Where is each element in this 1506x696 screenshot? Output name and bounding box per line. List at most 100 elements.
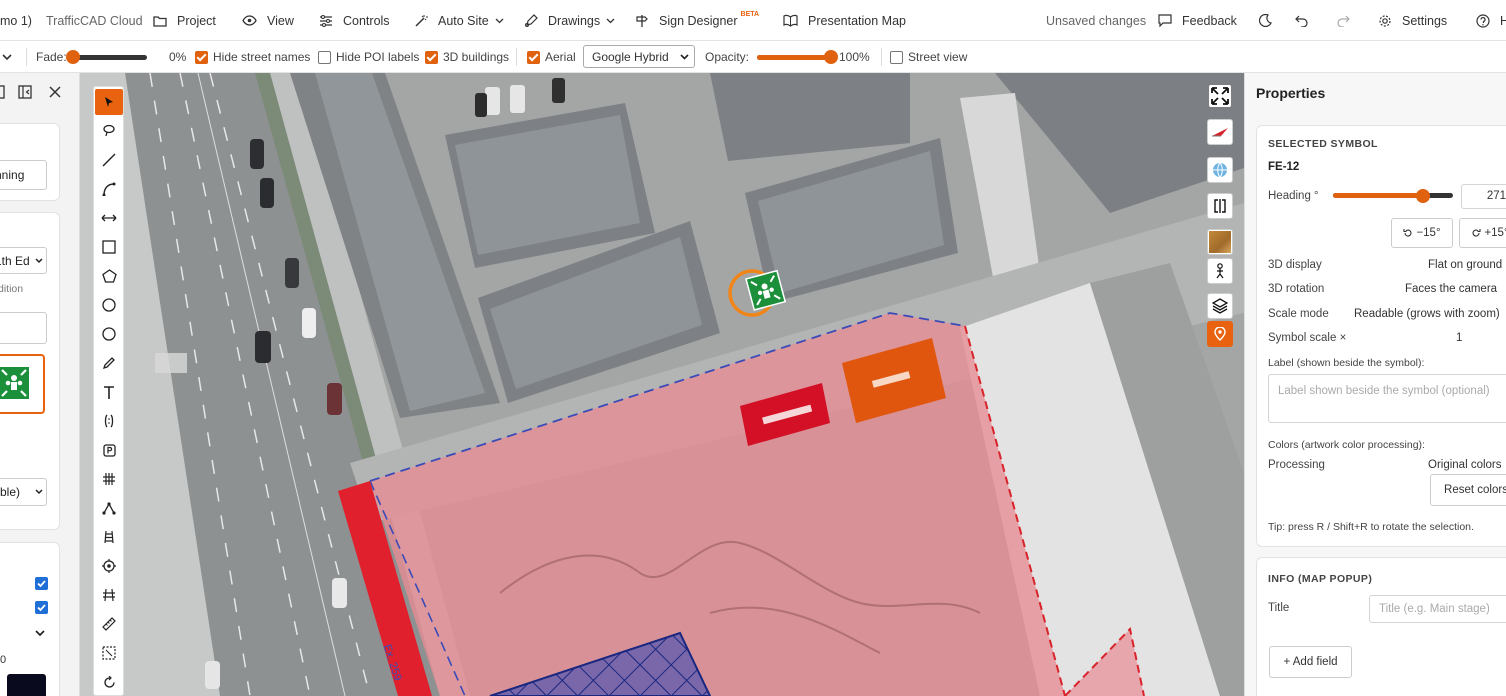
info-heading: INFO (MAP POPUP) xyxy=(1268,573,1373,585)
tool-circle[interactable] xyxy=(95,292,123,318)
checkbox-checked[interactable] xyxy=(425,50,438,64)
menu-presentation-map[interactable]: Presentation Map xyxy=(783,0,906,41)
tool-rotate[interactable] xyxy=(95,669,123,695)
rotate-plus-15-button[interactable]: +15° xyxy=(1459,218,1506,248)
hide-street-names-checkbox[interactable]: Hide street names xyxy=(195,41,310,73)
settings-button[interactable]: Settings xyxy=(1378,0,1447,41)
rotate-minus-15-button[interactable]: −15° xyxy=(1391,218,1453,248)
tool-rectangle[interactable] xyxy=(95,234,123,260)
opacity-slider[interactable] xyxy=(754,41,838,73)
symbol-scale-value[interactable]: 1 xyxy=(1456,332,1462,344)
scale-select[interactable]: ble) xyxy=(0,478,47,506)
color-swatch[interactable] xyxy=(7,674,46,696)
fade-slider-thumb[interactable] xyxy=(66,50,80,64)
rotation-3d-value[interactable]: Faces the camera xyxy=(1405,283,1497,295)
demo-tab[interactable]: mo 1) xyxy=(0,0,32,41)
layer-dropdown[interactable] xyxy=(2,41,12,73)
globe-button[interactable] xyxy=(1207,157,1233,183)
menu-controls[interactable]: Controls xyxy=(319,0,390,41)
aerial-checkbox[interactable]: Aerial xyxy=(527,41,576,73)
menu-sign-designer[interactable]: Sign Designer BETA xyxy=(635,0,759,41)
feedback-button[interactable]: Feedback xyxy=(1158,0,1237,41)
folder-icon xyxy=(153,15,167,27)
symbol-search-input[interactable] xyxy=(0,312,47,344)
split-view-button[interactable] xyxy=(1207,193,1233,219)
hide-poi-labels-checkbox[interactable]: Hide POI labels xyxy=(318,41,419,73)
reset-colors-button[interactable]: Reset colors xyxy=(1430,474,1506,506)
heading-slider-thumb[interactable] xyxy=(1416,189,1430,203)
heading-input[interactable]: 271 xyxy=(1461,184,1506,209)
panel-dock-icon[interactable] xyxy=(0,85,6,99)
tool-ladder[interactable] xyxy=(95,524,123,550)
location-button[interactable] xyxy=(1207,321,1233,347)
tool-polygon[interactable] xyxy=(95,263,123,289)
tool-curve[interactable] xyxy=(95,176,123,202)
tool-measure[interactable] xyxy=(95,205,123,231)
tool-line[interactable] xyxy=(95,147,123,173)
edition-select[interactable]: 1th Ed xyxy=(0,247,47,274)
tool-target[interactable] xyxy=(95,553,123,579)
tool-parking[interactable] xyxy=(95,437,123,463)
tool-pencil[interactable] xyxy=(95,350,123,376)
checkbox-checked[interactable] xyxy=(195,50,208,64)
basemap-thumbnail-button[interactable] xyxy=(1207,229,1233,255)
double-arrow-icon xyxy=(101,214,117,222)
popup-title-input[interactable]: Title (e.g. Main stage) xyxy=(1369,595,1506,623)
checkbox-unchecked[interactable] xyxy=(890,50,903,64)
menu-project[interactable]: Project xyxy=(153,0,216,41)
chevron-down-icon[interactable] xyxy=(35,630,45,637)
tool-text[interactable] xyxy=(95,379,123,405)
fade-value: 0% xyxy=(169,50,187,64)
display-3d-value[interactable]: Flat on ground xyxy=(1428,259,1502,271)
tool-lasso[interactable] xyxy=(95,118,123,144)
collapse-panel-icon[interactable] xyxy=(18,85,32,99)
signpost-icon xyxy=(636,14,648,27)
rail-track-icon xyxy=(103,588,115,602)
opacity-value: 100% xyxy=(839,50,870,64)
fade-slider[interactable] xyxy=(66,41,150,73)
undo-button[interactable] xyxy=(1295,0,1318,41)
processing-value[interactable]: Original colors xyxy=(1428,459,1502,471)
layer-checkbox-2[interactable] xyxy=(35,601,48,614)
3d-buildings-checkbox[interactable]: 3D buildings xyxy=(425,41,509,73)
checkbox-checked[interactable] xyxy=(527,50,540,64)
selected-symbol-tile[interactable] xyxy=(0,354,45,414)
help-button[interactable]: H xyxy=(1476,0,1506,41)
drawing-pen-icon xyxy=(525,13,538,27)
satellite-thumbnail-icon xyxy=(1209,231,1231,253)
map-canvas[interactable]: Ex. 259 xyxy=(80,73,1244,696)
tool-track[interactable] xyxy=(95,582,123,608)
street-view-checkbox[interactable]: Street view xyxy=(890,41,967,73)
redo-button[interactable] xyxy=(1337,0,1360,41)
layers-card: 0 xyxy=(0,542,60,696)
plan-name-field[interactable]: nning xyxy=(0,160,47,190)
menu-view[interactable]: View xyxy=(242,0,294,41)
tool-grid[interactable] xyxy=(95,466,123,492)
basemap-select[interactable]: Google Hybrid xyxy=(583,45,695,68)
close-icon[interactable] xyxy=(49,86,61,98)
fullscreen-button[interactable] xyxy=(1207,83,1233,109)
pegman-button[interactable] xyxy=(1207,258,1233,284)
tool-select[interactable] xyxy=(95,89,123,115)
tool-dashed-select[interactable] xyxy=(95,640,123,666)
tool-bracket[interactable] xyxy=(95,408,123,434)
beta-badge: BETA xyxy=(740,11,760,18)
heading-slider[interactable] xyxy=(1331,186,1455,206)
compass-button[interactable] xyxy=(1207,119,1233,145)
checkbox-unchecked[interactable] xyxy=(318,50,331,64)
layer-checkbox-1[interactable] xyxy=(35,577,48,590)
add-field-button[interactable]: + Add field xyxy=(1269,646,1352,678)
rotate-cw-icon xyxy=(1472,229,1481,237)
tool-vertex[interactable] xyxy=(95,495,123,521)
tool-ruler[interactable] xyxy=(95,611,123,637)
scale-mode-value[interactable]: Readable (grows with zoom) xyxy=(1354,308,1500,320)
layers-button[interactable] xyxy=(1207,293,1233,319)
book-map-icon xyxy=(783,14,798,27)
fade-slider-track xyxy=(73,55,147,60)
tool-ellipse[interactable] xyxy=(95,321,123,347)
menu-drawings[interactable]: Drawings xyxy=(524,0,615,41)
menu-auto-site[interactable]: Auto Site xyxy=(414,0,504,41)
opacity-slider-thumb[interactable] xyxy=(824,50,838,64)
theme-toggle-button[interactable] xyxy=(1259,0,1282,41)
symbol-label-textarea[interactable]: Label shown beside the symbol (optional) xyxy=(1268,374,1506,423)
